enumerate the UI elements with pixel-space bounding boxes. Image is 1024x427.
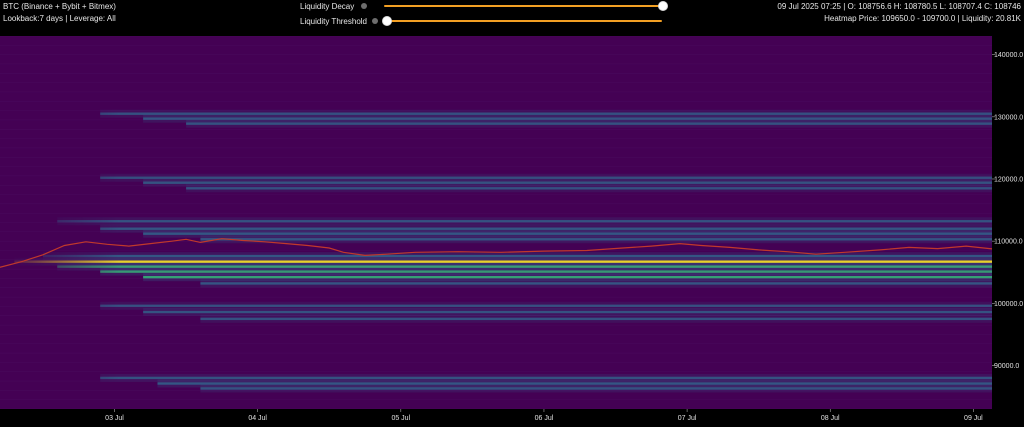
liquidity-decay-slider[interactable] (384, 1, 668, 11)
x-tick-label: 06 Jul (535, 415, 554, 422)
liquidity-decay-handle[interactable] (658, 1, 668, 11)
liquidity-band (100, 376, 992, 380)
top-bar: BTC (Binance + Bybit + Bitmex) Lookback:… (0, 0, 1024, 36)
liquidity-threshold-label: Liquidity Threshold (300, 17, 368, 26)
x-tick-label: 03 Jul (105, 415, 124, 422)
heatmap-readout: Heatmap Price: 109650.0 - 109700.0 | Liq… (824, 14, 1021, 23)
liquidity-band (157, 382, 992, 385)
liquidity-decay-track[interactable] (384, 5, 662, 7)
lookback-info: Lookback:7 days | Leverage: All (3, 14, 116, 23)
x-tick-label: 07 Jul (678, 415, 697, 422)
liquidity-band (200, 387, 992, 390)
liquidity-band (200, 317, 992, 321)
liquidity-band (143, 181, 992, 184)
liquidity-band (57, 220, 992, 223)
liquidity-band (143, 276, 992, 279)
liquidity-band (186, 122, 992, 125)
x-axis-strip (0, 409, 1024, 427)
decay-info-icon[interactable] (361, 3, 367, 9)
liquidity-threshold-handle[interactable] (382, 16, 392, 26)
liquidity-band (100, 304, 992, 308)
liquidity-band (143, 117, 992, 120)
liquidity-threshold-track[interactable] (386, 20, 662, 22)
y-tick-label: 100000.0 (994, 301, 1023, 308)
liquidity-band (186, 187, 992, 190)
liquidity-band (143, 310, 992, 314)
x-tick-label: 09 Jul (964, 415, 983, 422)
liquidity-band (14, 260, 992, 263)
liquidity-threshold-slider[interactable] (382, 16, 662, 26)
liquidity-band (100, 270, 992, 273)
y-tick-label: 130000.0 (994, 114, 1023, 121)
y-tick-label: 90000.0 (994, 363, 1019, 370)
y-tick-label: 120000.0 (994, 176, 1023, 183)
liquidity-band (100, 227, 992, 230)
liquidation-heatmap-chart[interactable]: 140000.0 130000.0 120000.0 110000.0 100000.0… (0, 36, 1024, 427)
threshold-info-icon[interactable] (372, 18, 378, 24)
liquidity-band (100, 112, 992, 115)
liquidity-decay-label: Liquidity Decay (300, 2, 355, 11)
x-tick-label: 04 Jul (248, 415, 267, 422)
liquidity-band (143, 232, 992, 235)
market-title: BTC (Binance + Bybit + Bitmex) (3, 2, 116, 11)
liquidity-band (42, 254, 992, 258)
y-tick-label: 110000.0 (994, 239, 1023, 246)
horizontal-grid (0, 36, 992, 410)
y-tick-label: 140000.0 (994, 52, 1023, 59)
liquidity-band (200, 282, 992, 285)
liquidity-band (57, 265, 992, 268)
x-tick-label: 08 Jul (821, 415, 840, 422)
x-tick-label: 05 Jul (391, 415, 410, 422)
liquidity-band (200, 238, 992, 241)
ohlc-readout: 09 Jul 2025 07:25 | O: 108756.6 H: 10878… (777, 2, 1021, 11)
liquidity-band (100, 176, 992, 179)
